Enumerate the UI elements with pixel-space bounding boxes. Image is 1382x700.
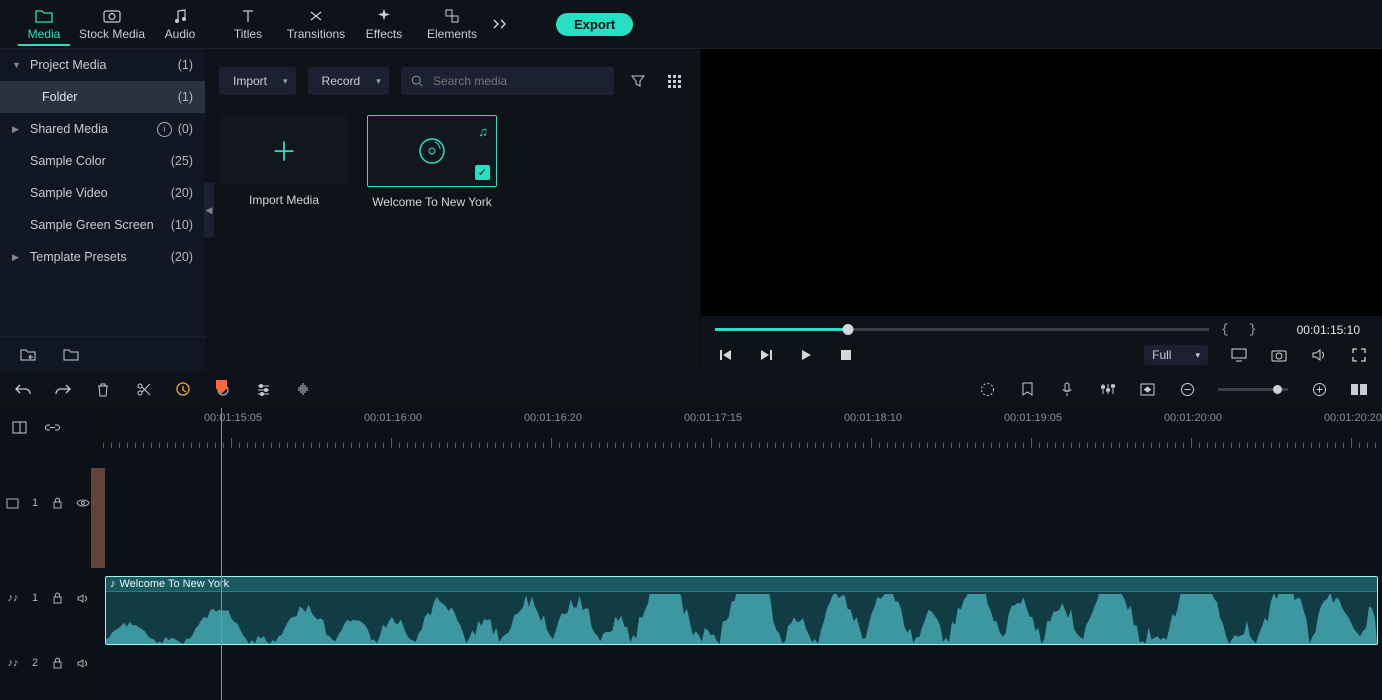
shapes-icon: [443, 7, 461, 25]
record-dropdown[interactable]: Record ▾: [308, 67, 389, 95]
music-icon: [171, 7, 189, 25]
media-tree: ▼ Project Media (1) Folder (1) ▶ Shared …: [0, 49, 205, 371]
tab-titles[interactable]: Titles: [214, 2, 282, 46]
media-card-caption: Welcome To New York: [372, 195, 492, 209]
voiceover-icon[interactable]: [1058, 380, 1076, 398]
zoom-out-icon[interactable]: [1178, 380, 1196, 398]
speed-icon[interactable]: [174, 380, 192, 398]
lock-icon[interactable]: [50, 656, 64, 670]
collapse-handle[interactable]: ◀: [204, 183, 214, 237]
info-icon: i: [157, 122, 172, 137]
audio-track-icon: ♪♪: [6, 656, 20, 670]
marker-icon[interactable]: [1018, 380, 1036, 398]
tree-item-shared-media[interactable]: ▶ Shared Media i (0): [0, 113, 205, 145]
import-media-card[interactable]: ＋ Import Media: [219, 115, 349, 209]
eye-icon[interactable]: [76, 496, 90, 510]
tree-item-project-media[interactable]: ▼ Project Media (1): [0, 49, 205, 81]
tab-transitions[interactable]: Transitions: [282, 2, 350, 46]
zoom-in-icon[interactable]: [1310, 380, 1328, 398]
audio-waveform: [106, 594, 1377, 644]
text-icon: [239, 7, 257, 25]
chevron-down-icon: ▼: [12, 60, 24, 70]
transition-icon: [307, 7, 325, 25]
undo-icon[interactable]: [14, 380, 32, 398]
scissors-icon[interactable]: [134, 380, 152, 398]
music-note-icon: ♫: [478, 124, 488, 139]
tab-stock-media[interactable]: Stock Media: [78, 2, 146, 46]
search-field[interactable]: [401, 67, 614, 95]
chevron-right-icon: ▶: [12, 124, 24, 135]
keyframe-icon[interactable]: [1138, 380, 1156, 398]
audio-clip[interactable]: ♪ Welcome To New York: [105, 576, 1378, 645]
preview-scale-dropdown[interactable]: Full ▾: [1144, 345, 1208, 365]
sparkle-icon: [375, 7, 393, 25]
import-dropdown[interactable]: Import ▾: [219, 67, 296, 95]
media-card-caption: Import Media: [249, 193, 319, 207]
play-icon[interactable]: [797, 346, 815, 364]
tab-media[interactable]: Media: [10, 2, 78, 46]
tree-item-template-presets[interactable]: ▶ Template Presets (20): [0, 241, 205, 273]
delete-icon[interactable]: [94, 380, 112, 398]
search-icon: [411, 74, 423, 88]
step-forward-icon[interactable]: [757, 346, 775, 364]
chevron-down-icon: ▾: [376, 76, 381, 87]
adjust-icon[interactable]: [254, 380, 272, 398]
speaker-icon[interactable]: [76, 656, 90, 670]
music-note-icon: ♪: [110, 578, 116, 590]
link-icon[interactable]: [45, 421, 60, 436]
fullscreen-icon[interactable]: [1350, 346, 1368, 364]
audio-disc-icon: [415, 134, 449, 168]
speaker-icon[interactable]: [76, 591, 90, 605]
export-button[interactable]: Export: [556, 13, 633, 36]
tab-elements[interactable]: Elements: [418, 2, 486, 46]
new-folder-icon[interactable]: [20, 347, 35, 362]
clip-end-marker: [91, 468, 105, 568]
tree-item-sample-video[interactable]: Sample Video (20): [0, 177, 205, 209]
playhead[interactable]: [221, 408, 222, 700]
lock-icon[interactable]: [50, 591, 64, 605]
chevron-down-icon: ▾: [283, 76, 288, 87]
audio-clip-title: Welcome To New York: [120, 578, 230, 590]
snapshot-icon[interactable]: [1270, 346, 1288, 364]
nav-more-icon[interactable]: [486, 19, 516, 29]
preview-progress-slider[interactable]: [715, 325, 1209, 335]
plus-icon: ＋: [271, 132, 297, 169]
audio-track-number: 2: [32, 657, 38, 669]
stop-icon[interactable]: [837, 346, 855, 364]
lock-icon[interactable]: [50, 496, 64, 510]
camera-icon: [103, 7, 121, 25]
display-icon[interactable]: [1230, 346, 1248, 364]
timeline-thumbnails-icon[interactable]: [12, 421, 27, 436]
audio-track-number: 1: [32, 592, 38, 604]
redo-icon[interactable]: [54, 380, 72, 398]
mixer-icon[interactable]: [1098, 380, 1116, 398]
step-back-icon[interactable]: [717, 346, 735, 364]
render-icon[interactable]: [978, 380, 996, 398]
preview-monitor: [701, 49, 1382, 316]
video-track-icon: [6, 496, 20, 510]
grid-view-icon[interactable]: [662, 69, 686, 93]
check-icon: ✓: [475, 165, 490, 180]
video-track-number: 1: [32, 497, 38, 509]
tree-item-folder[interactable]: Folder (1): [0, 81, 205, 113]
tab-effects[interactable]: Effects: [350, 2, 418, 46]
chevron-right-icon: ▶: [12, 252, 24, 263]
folder-icon: [35, 7, 53, 25]
search-input[interactable]: [431, 73, 604, 89]
zoom-slider[interactable]: [1218, 384, 1288, 394]
preview-timecode: 00:01:15:10: [1297, 323, 1360, 337]
media-card-audio[interactable]: ♫ ✓ Welcome To New York: [367, 115, 497, 209]
mark-in-out-braces[interactable]: {}: [1221, 322, 1277, 337]
audio-wave-icon[interactable]: [294, 380, 312, 398]
tree-item-sample-color[interactable]: Sample Color (25): [0, 145, 205, 177]
open-folder-icon[interactable]: [63, 347, 78, 362]
audio-track-icon: ♪♪: [6, 591, 20, 605]
volume-icon[interactable]: [1310, 346, 1328, 364]
tab-audio[interactable]: Audio: [146, 2, 214, 46]
timeline-ruler[interactable]: 00:01:15:0500:01:16:0000:01:16:2000:01:1…: [103, 408, 1382, 448]
filter-icon[interactable]: [626, 69, 650, 93]
zoom-fit-icon[interactable]: [1350, 380, 1368, 398]
tree-item-sample-green-screen[interactable]: Sample Green Screen (10): [0, 209, 205, 241]
chevron-down-icon: ▾: [1195, 350, 1200, 361]
